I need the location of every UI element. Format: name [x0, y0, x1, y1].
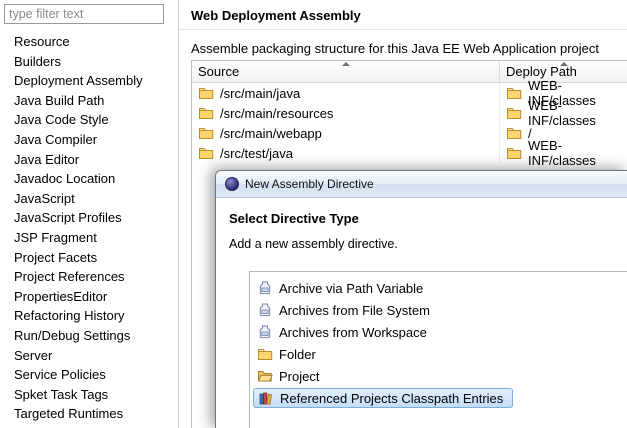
deploy-cell: WEB-INF/classes — [500, 143, 627, 163]
sidebar-item-javascript-profiles[interactable]: JavaScript Profiles — [0, 208, 178, 228]
source-path: /src/test/java — [220, 146, 293, 161]
directive-item-archive-via-path-variable[interactable]: Archive via Path Variable — [253, 277, 432, 299]
column-header-source[interactable]: Source — [192, 61, 500, 82]
directive-item-project[interactable]: Project — [253, 365, 328, 387]
sidebar-item-java-compiler[interactable]: Java Compiler — [0, 130, 178, 150]
dialog-title: New Assembly Directive — [245, 177, 374, 191]
column-header-label: Source — [198, 64, 239, 79]
dialog-subheading: Add a new assembly directive. — [229, 237, 398, 251]
folder-icon — [506, 125, 522, 141]
directive-label: Project — [279, 369, 319, 384]
archive-icon — [257, 302, 273, 318]
directive-list: Archive via Path Variable Archives from … — [249, 271, 627, 428]
directive-item-archives-from-workspace[interactable]: Archives from Workspace — [253, 321, 436, 343]
dialog-heading: Select Directive Type — [229, 211, 359, 226]
sort-indicator-icon — [342, 62, 350, 66]
project-icon — [257, 368, 273, 384]
column-header-deploy-path[interactable]: Deploy Path — [500, 61, 627, 82]
directive-label: Archives from File System — [279, 303, 430, 318]
sort-indicator-icon — [560, 62, 568, 66]
deploy-path: WEB-INF/classes — [528, 138, 627, 168]
directive-label: Archives from Workspace — [279, 325, 427, 340]
source-cell: /src/test/java — [192, 143, 500, 163]
directive-item-referenced-projects-classpath-entries[interactable]: Referenced Projects Classpath Entries — [253, 388, 513, 408]
folder-icon — [506, 85, 522, 101]
sidebar-item-properties-editor[interactable]: PropertiesEditor — [0, 287, 178, 307]
sidebar-item-builders[interactable]: Builders — [0, 52, 178, 72]
folder-icon — [257, 346, 273, 362]
source-path: /src/main/webapp — [220, 126, 322, 141]
sidebar-item-resource[interactable]: Resource — [0, 32, 178, 52]
sidebar-item-java-build-path[interactable]: Java Build Path — [0, 91, 178, 111]
properties-window: Resource Builders Deployment Assembly Ja… — [0, 0, 627, 428]
library-icon — [258, 390, 274, 406]
filter-input[interactable] — [4, 4, 164, 24]
directive-label: Referenced Projects Classpath Entries — [280, 391, 503, 406]
sidebar-item-project-facets[interactable]: Project Facets — [0, 248, 178, 268]
archive-icon — [257, 280, 273, 296]
source-path: /src/main/java — [220, 86, 300, 101]
sidebar-item-javascript[interactable]: JavaScript — [0, 189, 178, 209]
directive-item-archives-from-file-system[interactable]: Archives from File System — [253, 299, 439, 321]
sidebar: Resource Builders Deployment Assembly Ja… — [0, 0, 178, 428]
sidebar-item-java-code-style[interactable]: Java Code Style — [0, 110, 178, 130]
folder-icon — [198, 105, 214, 121]
sidebar-list: Resource Builders Deployment Assembly Ja… — [0, 32, 178, 424]
sidebar-item-deployment-assembly[interactable]: Deployment Assembly — [0, 71, 178, 91]
sidebar-item-spket-task-tags[interactable]: Spket Task Tags — [0, 385, 178, 405]
deploy-cell: WEB-INF/classes — [500, 103, 627, 123]
sidebar-item-service-policies[interactable]: Service Policies — [0, 365, 178, 385]
column-header-label: Deploy Path — [506, 64, 577, 79]
source-cell: /src/main/resources — [192, 103, 500, 123]
dialog-titlebar[interactable]: New Assembly Directive — [216, 171, 627, 198]
dialog-body: Select Directive Type Add a new assembly… — [216, 199, 627, 428]
directive-item-folder[interactable]: Folder — [253, 343, 325, 365]
title-separator — [179, 29, 627, 30]
folder-icon — [506, 145, 522, 161]
folder-icon — [198, 125, 214, 141]
source-cell: /src/main/webapp — [192, 123, 500, 143]
archive-icon — [257, 324, 273, 340]
sidebar-item-server[interactable]: Server — [0, 346, 178, 366]
folder-icon — [506, 105, 522, 121]
sidebar-item-javadoc-location[interactable]: Javadoc Location — [0, 169, 178, 189]
sidebar-item-java-editor[interactable]: Java Editor — [0, 150, 178, 170]
folder-icon — [198, 85, 214, 101]
sidebar-item-run-debug-settings[interactable]: Run/Debug Settings — [0, 326, 178, 346]
directive-label: Archive via Path Variable — [279, 281, 423, 296]
table-header: Source Deploy Path — [192, 61, 627, 83]
page-description: Assemble packaging structure for this Ja… — [191, 41, 599, 56]
source-cell: /src/main/java — [192, 83, 500, 103]
sidebar-item-refactoring-history[interactable]: Refactoring History — [0, 306, 178, 326]
new-assembly-directive-dialog: New Assembly Directive Select Directive … — [215, 170, 627, 428]
directive-label: Folder — [279, 347, 316, 362]
sidebar-item-project-references[interactable]: Project References — [0, 267, 178, 287]
page-title: Web Deployment Assembly — [191, 8, 361, 23]
sidebar-item-targeted-runtimes[interactable]: Targeted Runtimes — [0, 404, 178, 424]
table-row[interactable]: /src/main/resources WEB-INF/classes — [192, 103, 627, 123]
folder-icon — [198, 145, 214, 161]
table-row[interactable]: /src/test/java WEB-INF/classes — [192, 143, 627, 163]
sidebar-item-jsp-fragment[interactable]: JSP Fragment — [0, 228, 178, 248]
source-path: /src/main/resources — [220, 106, 333, 121]
wizard-icon — [225, 177, 239, 191]
